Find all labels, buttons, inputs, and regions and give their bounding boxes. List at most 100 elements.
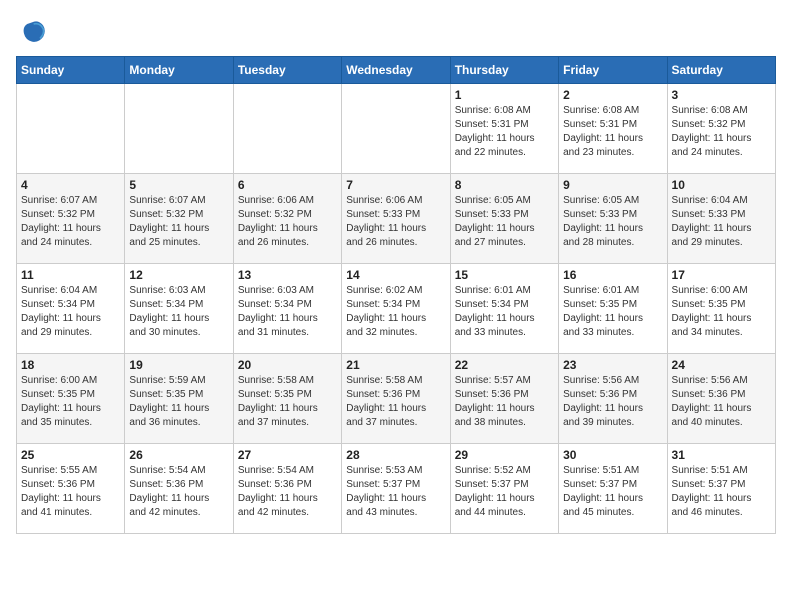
day-number: 15 [455,268,554,282]
calendar-cell: 20 Sunrise: 5:58 AM Sunset: 5:35 PM Dayli… [233,354,341,444]
day-number: 1 [455,88,554,102]
day-info: Sunrise: 5:51 AM Sunset: 5:37 PM Dayligh… [672,464,771,520]
calendar-cell: 31 Sunrise: 5:51 AM Sunset: 5:37 PM Dayli… [667,444,775,534]
day-info: Sunrise: 5:58 AM Sunset: 5:35 PM Dayligh… [238,374,337,430]
day-number: 18 [21,358,120,372]
day-info: Sunrise: 5:59 AM Sunset: 5:35 PM Dayligh… [129,374,228,430]
calendar-cell: 7Sunrise: 6:06 AM Sunset: 5:33 PM Daylig… [342,174,450,264]
calendar-cell [17,84,125,174]
day-number: 8 [455,178,554,192]
day-of-week-header: Saturday [667,57,775,84]
day-info: Sunrise: 5:56 AM Sunset: 5:36 PM Dayligh… [563,374,662,430]
day-number: 11 [21,268,120,282]
day-info: Sunrise: 5:54 AM Sunset: 5:36 PM Dayligh… [129,464,228,520]
calendar-week-row: 25 Sunrise: 5:55 AM Sunset: 5:36 PM Dayli… [17,444,776,534]
calendar-cell: 12 Sunrise: 6:03 AM Sunset: 5:34 PM Dayli… [125,264,233,354]
calendar-cell: 4 Sunrise: 6:07 AM Sunset: 5:32 PM Daylig… [17,174,125,264]
day-number: 7 [346,178,445,192]
day-info: Sunrise: 6:08 AM Sunset: 5:31 PM Dayligh… [563,104,662,160]
calendar-cell: 29Sunrise: 5:52 AM Sunset: 5:37 PM Dayli… [450,444,558,534]
calendar-cell: 25 Sunrise: 5:55 AM Sunset: 5:36 PM Dayli… [17,444,125,534]
day-number: 5 [129,178,228,192]
day-info: Sunrise: 6:02 AM Sunset: 5:34 PM Dayligh… [346,284,445,340]
calendar-week-row: 1 Sunrise: 6:08 AM Sunset: 5:31 PM Daylig… [17,84,776,174]
day-number: 22 [455,358,554,372]
day-number: 25 [21,448,120,462]
calendar-cell [125,84,233,174]
day-info: Sunrise: 6:03 AM Sunset: 5:34 PM Dayligh… [129,284,228,340]
day-number: 10 [672,178,771,192]
calendar-cell: 21 Sunrise: 5:58 AM Sunset: 5:36 PM Dayli… [342,354,450,444]
day-info: Sunrise: 5:51 AM Sunset: 5:37 PM Dayligh… [563,464,662,520]
page-header [16,16,776,48]
calendar-cell: 24Sunrise: 5:56 AM Sunset: 5:36 PM Dayli… [667,354,775,444]
day-number: 21 [346,358,445,372]
calendar-cell: 27 Sunrise: 5:54 AM Sunset: 5:36 PM Dayli… [233,444,341,534]
calendar-cell: 14 Sunrise: 6:02 AM Sunset: 5:34 PM Dayli… [342,264,450,354]
calendar-cell: 5 Sunrise: 6:07 AM Sunset: 5:32 PM Daylig… [125,174,233,264]
day-number: 19 [129,358,228,372]
calendar-cell: 1 Sunrise: 6:08 AM Sunset: 5:31 PM Daylig… [450,84,558,174]
day-number: 14 [346,268,445,282]
day-number: 26 [129,448,228,462]
day-info: Sunrise: 6:07 AM Sunset: 5:32 PM Dayligh… [129,194,228,250]
day-number: 2 [563,88,662,102]
day-number: 28 [346,448,445,462]
day-number: 16 [563,268,662,282]
day-info: Sunrise: 6:03 AM Sunset: 5:34 PM Dayligh… [238,284,337,340]
day-info: Sunrise: 6:08 AM Sunset: 5:31 PM Dayligh… [455,104,554,160]
day-number: 13 [238,268,337,282]
day-number: 23 [563,358,662,372]
calendar-cell: 26 Sunrise: 5:54 AM Sunset: 5:36 PM Dayli… [125,444,233,534]
calendar-cell: 17Sunrise: 6:00 AM Sunset: 5:35 PM Dayli… [667,264,775,354]
header-row: SundayMondayTuesdayWednesdayThursdayFrid… [17,57,776,84]
calendar-cell: 11 Sunrise: 6:04 AM Sunset: 5:34 PM Dayli… [17,264,125,354]
day-info: Sunrise: 6:01 AM Sunset: 5:35 PM Dayligh… [563,284,662,340]
calendar-cell [233,84,341,174]
calendar-cell: 8 Sunrise: 6:05 AM Sunset: 5:33 PM Daylig… [450,174,558,264]
day-number: 4 [21,178,120,192]
calendar-body: 1 Sunrise: 6:08 AM Sunset: 5:31 PM Daylig… [17,84,776,534]
calendar-cell: 23 Sunrise: 5:56 AM Sunset: 5:36 PM Dayli… [559,354,667,444]
day-info: Sunrise: 6:07 AM Sunset: 5:32 PM Dayligh… [21,194,120,250]
calendar-cell: 13 Sunrise: 6:03 AM Sunset: 5:34 PM Dayli… [233,264,341,354]
day-number: 12 [129,268,228,282]
calendar-cell: 6Sunrise: 6:06 AM Sunset: 5:32 PM Daylig… [233,174,341,264]
day-info: Sunrise: 6:01 AM Sunset: 5:34 PM Dayligh… [455,284,554,340]
calendar-cell: 19 Sunrise: 5:59 AM Sunset: 5:35 PM Dayli… [125,354,233,444]
day-number: 3 [672,88,771,102]
day-number: 20 [238,358,337,372]
day-info: Sunrise: 6:05 AM Sunset: 5:33 PM Dayligh… [455,194,554,250]
day-info: Sunrise: 5:58 AM Sunset: 5:36 PM Dayligh… [346,374,445,430]
day-number: 30 [563,448,662,462]
calendar-cell: 15 Sunrise: 6:01 AM Sunset: 5:34 PM Dayli… [450,264,558,354]
day-info: Sunrise: 6:05 AM Sunset: 5:33 PM Dayligh… [563,194,662,250]
day-info: Sunrise: 5:57 AM Sunset: 5:36 PM Dayligh… [455,374,554,430]
day-number: 6 [238,178,337,192]
calendar-cell: 2 Sunrise: 6:08 AM Sunset: 5:31 PM Daylig… [559,84,667,174]
day-of-week-header: Friday [559,57,667,84]
day-info: Sunrise: 5:53 AM Sunset: 5:37 PM Dayligh… [346,464,445,520]
calendar-cell: 22 Sunrise: 5:57 AM Sunset: 5:36 PM Dayli… [450,354,558,444]
calendar-header: SundayMondayTuesdayWednesdayThursdayFrid… [17,57,776,84]
calendar-cell: 10Sunrise: 6:04 AM Sunset: 5:33 PM Dayli… [667,174,775,264]
calendar-cell: 28 Sunrise: 5:53 AM Sunset: 5:37 PM Dayli… [342,444,450,534]
day-number: 9 [563,178,662,192]
day-of-week-header: Thursday [450,57,558,84]
calendar-cell [342,84,450,174]
day-number: 27 [238,448,337,462]
day-number: 31 [672,448,771,462]
day-of-week-header: Tuesday [233,57,341,84]
day-number: 17 [672,268,771,282]
day-info: Sunrise: 5:55 AM Sunset: 5:36 PM Dayligh… [21,464,120,520]
day-info: Sunrise: 6:04 AM Sunset: 5:34 PM Dayligh… [21,284,120,340]
day-info: Sunrise: 5:56 AM Sunset: 5:36 PM Dayligh… [672,374,771,430]
calendar-week-row: 11 Sunrise: 6:04 AM Sunset: 5:34 PM Dayli… [17,264,776,354]
day-info: Sunrise: 5:54 AM Sunset: 5:36 PM Dayligh… [238,464,337,520]
calendar-cell: 30 Sunrise: 5:51 AM Sunset: 5:37 PM Dayli… [559,444,667,534]
calendar-cell: 18Sunrise: 6:00 AM Sunset: 5:35 PM Dayli… [17,354,125,444]
calendar-cell: 3Sunrise: 6:08 AM Sunset: 5:32 PM Daylig… [667,84,775,174]
day-number: 29 [455,448,554,462]
calendar-week-row: 18Sunrise: 6:00 AM Sunset: 5:35 PM Dayli… [17,354,776,444]
logo-icon [16,16,48,48]
